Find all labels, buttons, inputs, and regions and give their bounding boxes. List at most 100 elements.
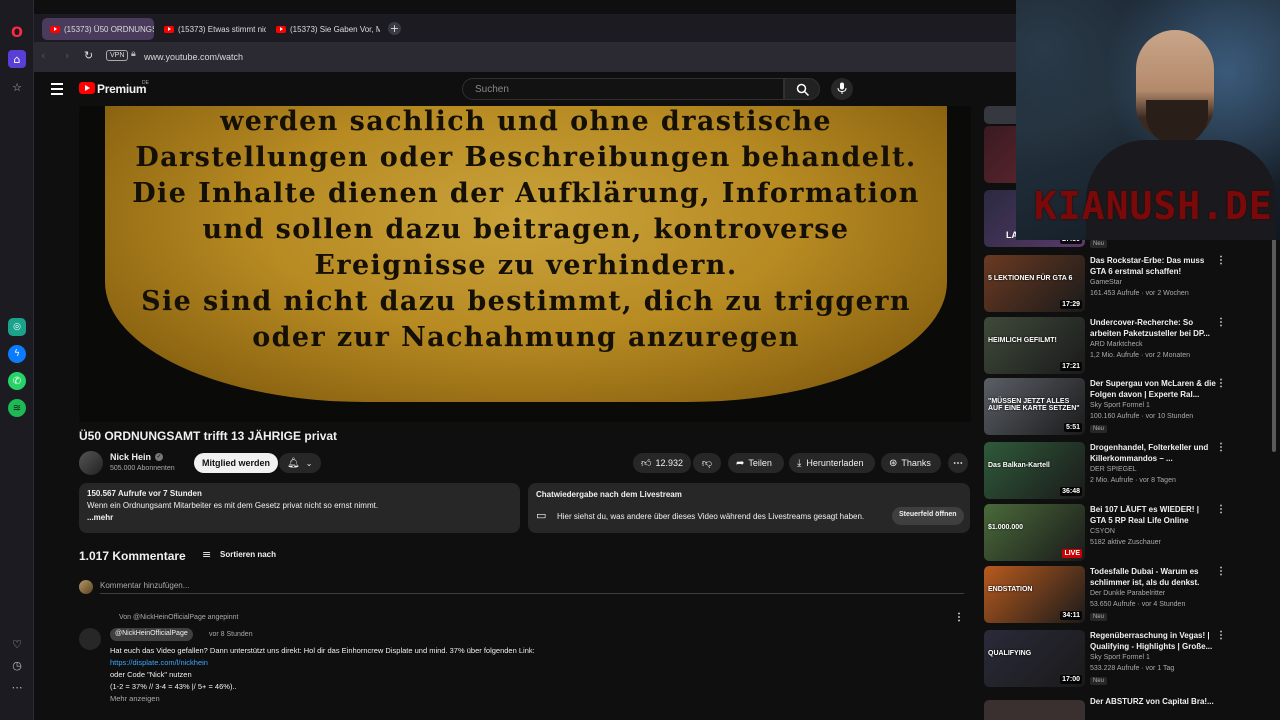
lock-icon: 🔒︎ (131, 49, 136, 59)
youtube-icon (164, 25, 174, 33)
comment-menu-icon[interactable]: ⋮ (954, 612, 964, 623)
like-button[interactable]: 👍︎ 12.932 (633, 453, 691, 473)
thumbs-down-icon: 👎︎ (701, 458, 713, 469)
recommendation-item[interactable]: "MÜSSEN JETZT ALLES AUF EINE KARTE SETZE… (984, 378, 1274, 438)
brand-label[interactable]: Premium (97, 82, 147, 96)
show-more-link[interactable]: ...mehr (87, 513, 512, 522)
comment-author[interactable]: @NickHeinOfficialPage (110, 628, 193, 641)
more-vertical-icon[interactable]: ⋮ (1216, 255, 1226, 266)
recommendation-channel[interactable]: Sky Sport Formel 1 (1090, 402, 1150, 409)
tab-active[interactable]: (15373) Ü50 ORDNUNGSAM (42, 18, 154, 40)
recommendation-channel[interactable]: CSYON (1090, 528, 1115, 535)
more-icon[interactable]: ⋯ (8, 678, 26, 696)
recommendation-item[interactable]: $1.000.000 LIVE Bei 107 LÄUFT es WIEDER! |… (984, 504, 1274, 564)
show-more-link[interactable]: Mehr anzeigen (110, 693, 950, 705)
video-overlay-line: werden sachlich und ohne drastische (220, 106, 832, 137)
more-vertical-icon[interactable]: ⋮ (1216, 442, 1226, 453)
recommendation-meta: 1,2 Mio. Aufrufe · vor 2 Monaten (1090, 352, 1190, 359)
download-label: Herunterladen (806, 458, 864, 468)
vpn-badge[interactable]: VPN (106, 50, 129, 61)
messenger-icon[interactable]: ϟ (8, 345, 26, 363)
recommendation-channel[interactable]: Sky Sport Formel 1 (1090, 654, 1150, 661)
opera-logo-icon[interactable]: O (8, 24, 26, 42)
recommendation-title[interactable]: Bei 107 LÄUFT es WIEDER! | GTA 5 RP Real… (1090, 504, 1216, 526)
channel-name[interactable]: Nick Hein (110, 452, 151, 462)
dislike-button[interactable]: 👎︎ (693, 453, 721, 473)
search-button[interactable] (784, 78, 820, 100)
duration-badge: 17:21 (1060, 362, 1082, 371)
recommendation-item[interactable]: HEIMLICH GEFILMT! 17:21 Undercover-Recherc… (984, 317, 1274, 377)
bookmark-star-icon[interactable]: ☆ (8, 78, 26, 96)
open-chat-panel-button[interactable]: Steuerfeld öffnen (892, 507, 964, 525)
more-actions-button[interactable]: ⋯ (948, 453, 968, 473)
channel-avatar[interactable] (79, 451, 103, 475)
thumbnail-text: HEIMLICH GEFILMT! (988, 337, 1057, 344)
recommendation-title-partial[interactable]: Der ABSTURZ von Capital Bra!... (1090, 697, 1214, 706)
recommendation-title[interactable]: Undercover-Recherche: So arbeiten Paketz… (1090, 317, 1216, 339)
tab[interactable]: (15373) Sie Gaben Vor, M (268, 18, 380, 40)
recommendation-channel[interactable]: GameStar (1090, 279, 1122, 286)
duration-badge: 17:29 (1060, 300, 1082, 309)
more-vertical-icon[interactable]: ⋮ (1216, 378, 1226, 389)
download-button[interactable]: ⤓ Herunterladen (789, 453, 875, 473)
recommendation-meta: 2 Mio. Aufrufe · vor 8 Tagen (1090, 477, 1176, 484)
spotify-icon[interactable]: ≋ (8, 399, 26, 417)
history-icon[interactable]: ◷ (8, 656, 26, 674)
comment-link[interactable]: https://displate.com/l/nickhein (110, 657, 950, 669)
share-label: Teilen (748, 458, 772, 468)
recommendation-channel[interactable]: ARD Marktcheck (1090, 341, 1143, 348)
recommendation-title[interactable]: Drogenhandel, Folterkeller und Killerkom… (1090, 442, 1216, 464)
video-thumbnail: Das Balkan-Kartell 36:48 (984, 442, 1085, 499)
reload-icon[interactable]: ↻ (84, 49, 93, 62)
sort-icon[interactable]: ≡ (202, 548, 211, 561)
menu-icon[interactable] (51, 83, 63, 95)
tab-label: (15373) Ü50 ORDNUNGSAM (64, 24, 154, 34)
thumbnail-text: $1.000.000 (988, 524, 1024, 531)
address-bar: ‹ › ↻ VPN 🔒︎ (34, 42, 1016, 72)
recommendation-item[interactable]: 5 LEKTIONEN FÜR GTA 6 17:29 Das Rockstar-E… (984, 255, 1274, 315)
heart-icon[interactable]: ♡ (8, 635, 26, 653)
new-badge: Neu (1090, 677, 1108, 685)
forward-icon[interactable]: › (65, 49, 69, 62)
thumbs-up-icon: 👍︎ (641, 458, 652, 469)
url-input[interactable] (144, 49, 994, 65)
notification-bell-button[interactable]: 🔔︎ ⌄ (279, 453, 321, 473)
scrollbar-thumb[interactable] (1272, 236, 1276, 452)
comment-input[interactable] (100, 578, 964, 594)
tab[interactable]: (15373) Etwas stimmt nich (156, 18, 266, 40)
recommendation-channel[interactable]: DER SPIEGEL (1090, 466, 1137, 473)
video-thumbnail[interactable] (984, 700, 1085, 720)
recommendation-title[interactable]: Todesfalle Dubai - Warum es schlimmer is… (1090, 566, 1216, 588)
join-button[interactable]: Mitglied werden (194, 453, 279, 473)
back-icon[interactable]: ‹ (41, 49, 45, 62)
thanks-button[interactable]: ⊛ Thanks (881, 453, 941, 473)
youtube-logo-icon[interactable] (79, 82, 95, 94)
home-icon[interactable]: ⌂ (8, 50, 26, 68)
description-box[interactable]: 150.567 Aufrufe vor 7 Stunden Wenn ein O… (79, 483, 520, 533)
chatgpt-icon[interactable]: ◎ (8, 318, 26, 336)
youtube-icon (50, 25, 60, 33)
video-title: Ü50 ORDNUNGSAMT trifft 13 JÄHRIGE privat (79, 429, 338, 443)
share-button[interactable]: ➦ Teilen (728, 453, 784, 473)
voice-search-button[interactable] (831, 78, 853, 100)
chat-replay-box: Chatwiedergabe nach dem Livestream ▭ Hie… (528, 483, 970, 533)
recommendation-item[interactable]: QUALIFYING 17:00 Regenüberraschung in Vega… (984, 630, 1274, 690)
more-vertical-icon[interactable]: ⋮ (1216, 566, 1226, 577)
recommendation-item[interactable]: ENDSTATION 34:11 Todesfalle Dubai - Warum … (984, 566, 1274, 626)
recommendation-title[interactable]: Der Supergau von McLaren & die Folgen da… (1090, 378, 1216, 400)
recommendation-item[interactable]: Das Balkan-Kartell 36:48 Drogenhandel, Fol… (984, 442, 1274, 502)
bell-icon: 🔔︎ (287, 457, 300, 469)
duration-badge: 17:00 (1060, 675, 1082, 684)
more-vertical-icon[interactable]: ⋮ (1216, 504, 1226, 515)
sort-button[interactable]: Sortieren nach (220, 550, 276, 559)
recommendation-title[interactable]: Das Rockstar-Erbe: Das muss GTA 6 erstma… (1090, 255, 1216, 277)
more-vertical-icon[interactable]: ⋮ (1216, 630, 1226, 641)
video-player[interactable]: werden sachlich und ohne drastische Dars… (79, 106, 971, 422)
comment-avatar[interactable] (79, 628, 101, 650)
recommendation-title[interactable]: Regenüberraschung in Vegas! | Qualifying… (1090, 630, 1216, 652)
whatsapp-icon[interactable]: ✆ (8, 372, 26, 390)
search-input[interactable] (463, 79, 783, 100)
recommendation-channel[interactable]: Der Dunkle Parabelritter (1090, 590, 1165, 597)
new-tab-button[interactable]: + (388, 22, 401, 35)
more-vertical-icon[interactable]: ⋮ (1216, 317, 1226, 328)
